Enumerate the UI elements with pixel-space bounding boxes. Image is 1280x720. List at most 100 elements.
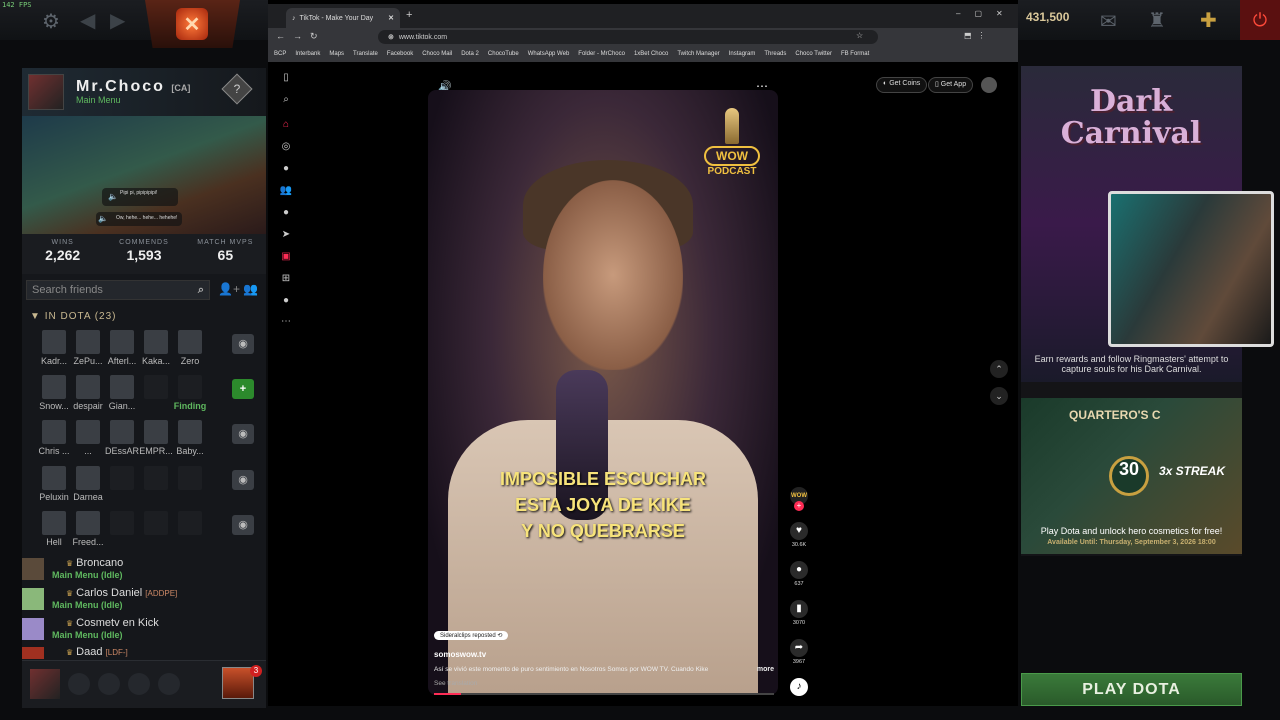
back-arrow-icon[interactable]: ◀: [80, 8, 95, 33]
collapse-arrow-icon[interactable]: ▼: [30, 311, 41, 322]
sidebar-toggle-icon[interactable]: ▯: [276, 72, 296, 83]
friend-tile[interactable]: ...: [70, 420, 106, 456]
avatar[interactable]: [28, 74, 64, 110]
search-input[interactable]: Search friends ⌕: [26, 280, 210, 300]
close-tab-icon[interactable]: ✕: [388, 14, 394, 22]
next-video-button[interactable]: ⌄: [990, 387, 1008, 405]
bookmark-item[interactable]: Choco Twitter: [795, 51, 832, 57]
party-slot[interactable]: [98, 673, 120, 695]
bookmark-item[interactable]: Instagram: [729, 51, 756, 57]
forward-arrow-icon[interactable]: ▶: [110, 8, 125, 33]
friend-tile[interactable]: [138, 511, 174, 537]
bookmark-item[interactable]: 1xBet Choco: [634, 51, 668, 57]
add-friend-icon[interactable]: 👤+ 👥: [218, 282, 258, 296]
window-controls[interactable]: –▢✕: [956, 9, 1017, 18]
friend-tile[interactable]: Kaka...: [138, 330, 174, 366]
bookmark-item[interactable]: Twitch Manager: [677, 51, 719, 57]
friend-tile[interactable]: EMPR...: [138, 420, 174, 456]
friend-tile[interactable]: Darnea: [70, 466, 106, 502]
in-dota-section-header[interactable]: ▼ IN DOTA (23): [30, 311, 117, 322]
friend-tile[interactable]: Freed...: [70, 511, 106, 547]
invite-plus-icon[interactable]: +: [232, 379, 254, 399]
like-button[interactable]: ♥ 30.6K: [788, 522, 810, 548]
see-translation-link[interactable]: See translation: [434, 680, 477, 687]
power-icon[interactable]: ⏻: [1240, 0, 1280, 40]
search-icon[interactable]: ⌕: [198, 284, 204, 297]
friend-tile[interactable]: DEssAR: [104, 420, 140, 456]
site-info-icon[interactable]: ⊚: [388, 33, 394, 41]
friend-tile[interactable]: [104, 511, 140, 537]
account-name[interactable]: somoswow.tv: [434, 650, 486, 659]
get-app-button[interactable]: ▯ Get App: [928, 77, 974, 93]
extensions-icon[interactable]: ⬒⋮: [964, 31, 992, 40]
bookmark-item[interactable]: Translate: [353, 51, 378, 57]
avatar[interactable]: [30, 669, 60, 699]
comment-button[interactable]: ● 637: [788, 561, 810, 587]
bookmark-item[interactable]: Facebook: [387, 51, 413, 57]
bookmark-star-icon[interactable]: ☆: [856, 31, 863, 40]
video-progress-bar[interactable]: [434, 693, 774, 695]
friend-tile[interactable]: Afterl...: [104, 330, 140, 366]
play-dota-button[interactable]: PLAY DOTA: [1021, 673, 1242, 706]
friend-tile[interactable]: Gian...: [104, 375, 140, 411]
armory-icon[interactable]: ♜: [1148, 8, 1166, 33]
bookmark-item[interactable]: Folder - MrChoco: [578, 51, 625, 57]
watch-eye-icon[interactable]: ◉: [232, 424, 254, 444]
list-item[interactable]: ♛ Broncano Main Menu (Idle): [20, 556, 244, 584]
friend-tile[interactable]: [138, 466, 174, 492]
video-player[interactable]: WOW PODCAST IMPOSIBLE ESCUCHAR ESTA JOYA…: [428, 90, 778, 695]
mail-icon[interactable]: ✉: [1100, 9, 1117, 34]
friends-icon[interactable]: 👥: [276, 185, 296, 196]
party-slot[interactable]: [68, 673, 90, 695]
more-link[interactable]: more: [757, 666, 774, 673]
friend-tile[interactable]: despair: [70, 375, 106, 411]
get-coins-button[interactable]: ◐ Get Coins: [876, 77, 928, 93]
bookmark-item[interactable]: Threads: [764, 51, 786, 57]
list-item[interactable]: ♛ Cosmetv en Kick Main Menu (Idle): [20, 616, 244, 644]
tiktok-logo-icon[interactable]: ♪: [788, 678, 810, 698]
previous-video-button[interactable]: ⌃: [990, 360, 1008, 378]
profile-header[interactable]: Mr.Choco [CA] Main Menu ?: [22, 68, 266, 116]
bookmark-item[interactable]: Interbank: [295, 51, 320, 57]
rank-badge-icon[interactable]: ?: [221, 73, 253, 105]
party-slot[interactable]: [128, 673, 150, 695]
bookmark-item[interactable]: Dota 2: [461, 51, 479, 57]
friend-tile[interactable]: [172, 466, 208, 492]
speaker-icon[interactable]: 🔈: [98, 214, 108, 223]
activity-icon[interactable]: ▣: [276, 251, 296, 262]
friend-tile[interactable]: Hell: [36, 511, 72, 547]
friend-tile[interactable]: Snow...: [36, 375, 72, 411]
bookmark-item[interactable]: Maps: [329, 51, 344, 57]
save-button[interactable]: ▮ 3070: [788, 600, 810, 626]
repost-badge[interactable]: Sideralclips reposted ⟲: [434, 631, 509, 640]
friend-tile[interactable]: ZePu...: [70, 330, 106, 366]
watch-eye-icon[interactable]: ◉: [232, 334, 254, 354]
new-tab-icon[interactable]: +: [406, 9, 412, 21]
list-item[interactable]: ♛ Daad [LDF-]: [20, 645, 244, 659]
home-icon[interactable]: ⌂: [276, 119, 296, 130]
list-item[interactable]: ♛ Carlos Daniel [ADDPE] Main Menu (Idle): [20, 586, 244, 614]
messages-icon[interactable]: ➤: [276, 229, 296, 240]
party-slot[interactable]: [158, 673, 180, 695]
more-icon[interactable]: ⋯: [276, 316, 296, 327]
friend-tile[interactable]: Kadr...: [36, 330, 72, 366]
browser-tab[interactable]: ♪ TikTok - Make Your Day ✕: [286, 8, 400, 28]
friend-tile[interactable]: [172, 511, 208, 537]
friend-tile[interactable]: [138, 375, 174, 401]
plus-badge-icon[interactable]: ✚: [1200, 8, 1217, 33]
friend-tile[interactable]: Finding: [172, 375, 208, 411]
settings-gear-icon[interactable]: ⚙: [42, 9, 60, 34]
friend-tile[interactable]: [104, 466, 140, 492]
watch-eye-icon[interactable]: ◉: [232, 515, 254, 535]
friend-tile[interactable]: Peluxin: [36, 466, 72, 502]
watch-eye-icon[interactable]: ◉: [232, 470, 254, 490]
following-icon[interactable]: ●: [276, 163, 296, 174]
friend-tile[interactable]: Chris ...: [36, 420, 72, 456]
creator-avatar[interactable]: WOW +: [788, 487, 810, 511]
dota-logo[interactable]: ✕: [145, 0, 240, 48]
profile-icon[interactable]: ●: [276, 295, 296, 306]
avatar[interactable]: [981, 77, 997, 93]
promo-banner[interactable]: QUARTERO'S C 30 3x STREAK Play Dota and …: [1021, 398, 1242, 554]
bookmark-item[interactable]: Choco Mail: [422, 51, 452, 57]
upload-icon[interactable]: ⊞: [276, 273, 296, 284]
